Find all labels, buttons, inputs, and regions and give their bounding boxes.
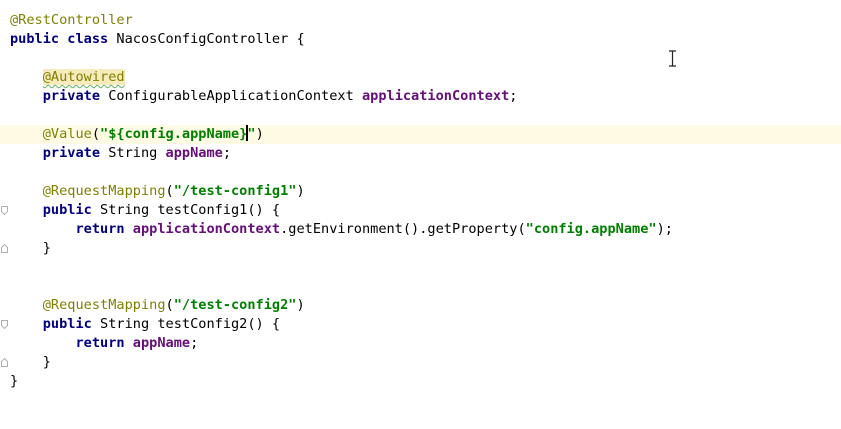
code-line: private ConfigurableApplicationContext a… (0, 87, 841, 106)
paren: ( (165, 183, 174, 199)
type-name: ConfigurableApplicationContext (108, 88, 354, 104)
brace: } (42, 240, 51, 256)
paren: ( (91, 126, 101, 142)
code-line: return appName; (0, 334, 841, 353)
method-params: () { (247, 316, 281, 332)
field-name: appName (132, 335, 191, 351)
keyword: public (42, 316, 92, 332)
code-line: public class NacosConfigController { (0, 30, 841, 49)
annotation: @Autowired (42, 69, 125, 85)
fold-marker-icon[interactable] (1, 206, 8, 215)
code-line: } (0, 353, 841, 372)
brace: } (10, 373, 19, 389)
string-literal: "${config.appName} (100, 126, 248, 142)
string-literal: "config.appName" (525, 221, 657, 237)
semicolon: ; (222, 145, 232, 161)
class-name: NacosConfigController (116, 31, 289, 47)
keyword: private (42, 145, 101, 161)
field-name: applicationContext (132, 221, 281, 237)
code-line: private String appName; (0, 144, 841, 163)
call-end: ); (656, 221, 673, 237)
keyword: private (42, 88, 101, 104)
code-editor[interactable]: @RestController public class NacosConfig… (0, 0, 841, 402)
brace: } (42, 354, 51, 370)
keyword: return (75, 335, 125, 351)
string-literal: "/test-config1" (173, 183, 297, 199)
keyword: class (67, 31, 109, 47)
fold-marker-icon[interactable] (1, 320, 8, 329)
paren: ) (296, 183, 305, 199)
semicolon: ; (509, 88, 518, 104)
method-params: () { (247, 202, 281, 218)
code-line: return applicationContext.getEnvironment… (0, 220, 841, 239)
string-literal: "/test-config2" (173, 297, 297, 313)
keyword: return (75, 221, 125, 237)
code-line: @RequestMapping("/test-config2") (0, 296, 841, 315)
brace: { (296, 31, 305, 47)
annotation: @Value (42, 126, 92, 142)
semicolon: ; (190, 335, 199, 351)
string-literal: " (247, 126, 256, 142)
paren: ( (165, 297, 174, 313)
method-chain: .getEnvironment().getProperty( (280, 221, 526, 237)
code-line: @Autowired (0, 68, 841, 87)
method-name: testConfig1 (157, 202, 248, 218)
annotation: @RestController (10, 12, 133, 28)
type-name: String (108, 145, 158, 161)
method-name: testConfig2 (157, 316, 248, 332)
code-line: public String testConfig2() { (0, 315, 841, 334)
text-cursor-icon (668, 50, 677, 67)
keyword: public (42, 202, 92, 218)
code-line: } (0, 372, 841, 391)
fold-marker-icon[interactable] (1, 358, 8, 367)
paren: ) (255, 126, 264, 142)
type-name: String (100, 202, 150, 218)
field-name: applicationContext (361, 88, 510, 104)
code-line: @RestController (0, 11, 841, 30)
code-line: } (0, 239, 841, 258)
type-name: String (100, 316, 150, 332)
code-line: @RequestMapping("/test-config1") (0, 182, 841, 201)
code-line: public String testConfig1() { (0, 201, 841, 220)
annotation: @RequestMapping (42, 297, 166, 313)
paren: ) (296, 297, 305, 313)
fold-marker-icon[interactable] (1, 244, 8, 253)
field-name: appName (165, 145, 223, 161)
current-code-line: @Value("${config.appName}") (0, 125, 841, 144)
annotation: @RequestMapping (42, 183, 166, 199)
keyword: public (10, 31, 60, 47)
